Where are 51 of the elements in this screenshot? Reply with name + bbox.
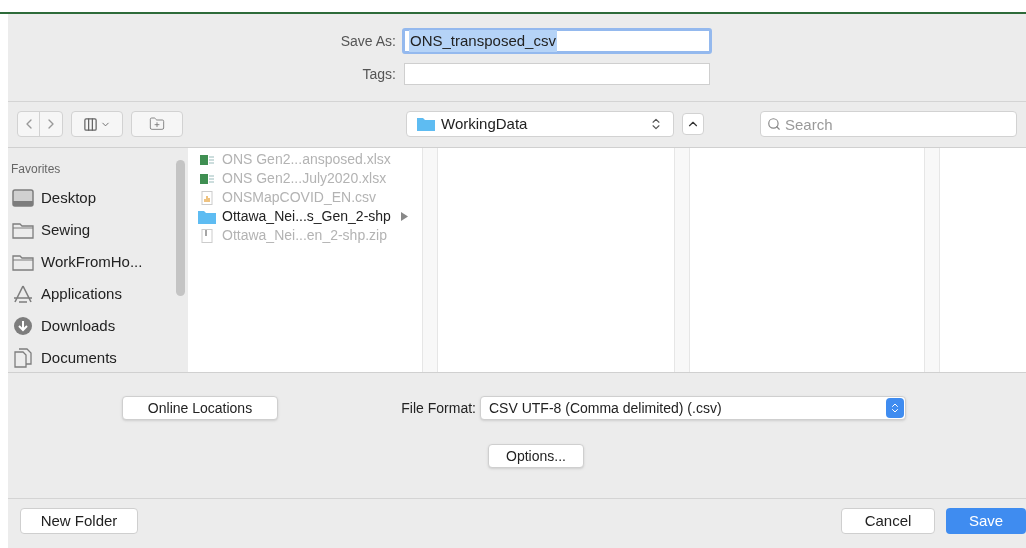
columns-icon bbox=[83, 116, 98, 132]
cancel-button[interactable]: Cancel bbox=[841, 508, 935, 534]
column-resize-bar[interactable] bbox=[924, 148, 940, 372]
folder-icon bbox=[12, 221, 34, 239]
new-folder-button[interactable]: New Folder bbox=[20, 508, 138, 534]
location-select[interactable]: WorkingData bbox=[406, 111, 674, 137]
save-as-field[interactable]: ONS_transposed_csv bbox=[402, 28, 712, 54]
applications-icon bbox=[12, 284, 34, 304]
folder-icon bbox=[417, 117, 435, 131]
save-as-label: Save As: bbox=[339, 31, 397, 51]
file-format-select[interactable]: CSV UTF-8 (Comma delimited) (.csv) bbox=[480, 396, 906, 420]
up-button[interactable] bbox=[682, 113, 704, 135]
search-field[interactable]: Search bbox=[760, 111, 1017, 137]
download-icon bbox=[13, 316, 33, 336]
sidebar-item[interactable]: Applications bbox=[11, 278, 188, 310]
file-name: ONS Gen2...ansposed.xlsx bbox=[222, 150, 391, 169]
column-resize-bar[interactable] bbox=[422, 148, 438, 372]
document-icon bbox=[13, 348, 33, 368]
search-icon bbox=[767, 117, 781, 131]
sidebar-item[interactable]: Desktop bbox=[11, 182, 188, 214]
file-format-value: CSV UTF-8 (Comma delimited) (.csv) bbox=[489, 398, 723, 418]
folder-icon bbox=[198, 209, 216, 224]
sidebar-item[interactable]: Downloads bbox=[11, 310, 188, 342]
options-button[interactable]: Options... bbox=[488, 444, 584, 468]
document-icon bbox=[201, 190, 213, 205]
file-row[interactable]: Ottawa_Nei...s_Gen_2-shp bbox=[198, 207, 422, 226]
folder-name: WorkingData bbox=[441, 113, 529, 134]
sidebar-item[interactable]: Sewing bbox=[11, 214, 188, 246]
folder-icon bbox=[12, 253, 34, 271]
new-folder-icon bbox=[149, 116, 165, 132]
sidebar-heading: Favorites bbox=[11, 161, 62, 178]
file-name: ONS Gen2...July2020.xlsx bbox=[222, 169, 387, 188]
spreadsheet-icon bbox=[200, 172, 214, 185]
view-button[interactable] bbox=[71, 111, 123, 137]
disclosure-arrow-icon bbox=[400, 212, 408, 221]
file-name: Ottawa_Nei...en_2-shp.zip bbox=[222, 226, 387, 245]
tags-field[interactable] bbox=[404, 63, 710, 85]
file-name: Ottawa_Nei...s_Gen_2-shp bbox=[222, 207, 391, 226]
spreadsheet-icon bbox=[200, 153, 214, 166]
archive-icon bbox=[201, 228, 213, 243]
new-folder-button[interactable] bbox=[131, 111, 183, 137]
stepper-icon bbox=[886, 398, 904, 418]
filename-text: ONS_transposed_csv bbox=[409, 29, 557, 53]
desktop-icon bbox=[12, 189, 34, 207]
column-resize-bar[interactable] bbox=[674, 148, 690, 372]
file-name: ONSMapCOVID_EN.csv bbox=[222, 188, 377, 207]
sidebar-item[interactable]: Documents bbox=[11, 342, 188, 374]
online-locations-button[interactable]: Online Locations bbox=[122, 396, 278, 420]
sidebar-item[interactable]: WorkFromHo... bbox=[11, 246, 188, 278]
file-format-label: File Format: bbox=[400, 398, 477, 418]
tags-label: Tags: bbox=[361, 64, 397, 84]
